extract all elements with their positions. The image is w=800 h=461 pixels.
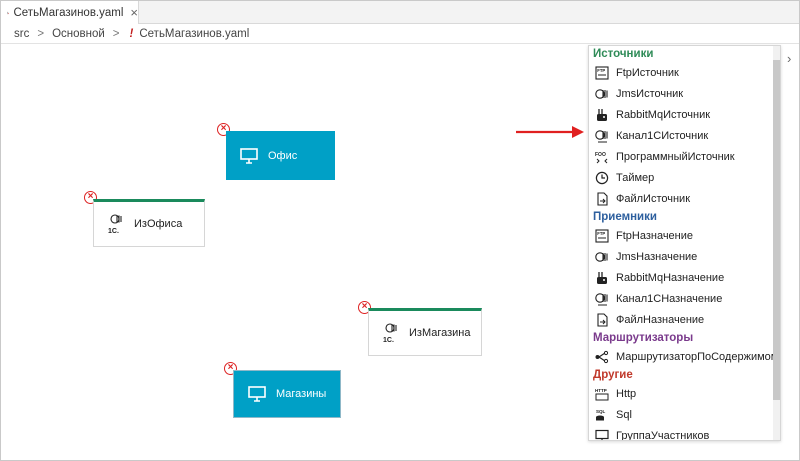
svg-text:FOO: FOO	[595, 152, 606, 158]
node-stores[interactable]: Магазины	[233, 370, 341, 418]
node-from-store[interactable]: 1C. ИзМагазина	[368, 308, 482, 356]
node-label: ИзОфиса	[134, 218, 183, 230]
jms-icon	[595, 251, 608, 262]
palette-item-label: FtpИсточник	[616, 66, 679, 79]
palette-section-title: Источники	[593, 48, 654, 60]
http-icon: HTTP	[595, 388, 609, 400]
palette-item[interactable]: Канал1СИсточник	[589, 125, 780, 146]
breadcrumb-item-main[interactable]: Основной	[52, 28, 105, 40]
palette-item-label: ФайлНазначение	[616, 313, 705, 326]
palette-item-label: Канал1СНазначение	[616, 292, 723, 305]
palette-item-label: Sql	[616, 408, 632, 421]
rabbit-icon	[597, 108, 607, 121]
1c-channel-icon: 1C.	[383, 323, 397, 343]
palette-item-label: FtpНазначение	[616, 229, 694, 242]
warning-icon: !	[129, 27, 134, 40]
1c-channel-icon	[595, 292, 608, 305]
palette-item-label: ГруппаУчастников	[616, 429, 710, 441]
1c-channel-icon	[595, 129, 608, 142]
monitor-icon	[240, 147, 258, 164]
palette-item-label: Таймер	[616, 171, 655, 184]
palette-item[interactable]: ФайлНазначение	[589, 309, 780, 330]
node-label: Магазины	[276, 388, 327, 400]
palette-scroll-thumb[interactable]	[773, 60, 780, 400]
breadcrumb-separator: >	[37, 27, 45, 40]
palette-item[interactable]: МаршрутизаторПоСодержимому	[589, 346, 780, 367]
palette-item[interactable]: RabbitMqИсточник	[589, 104, 780, 125]
ftp-icon: FTP	[595, 65, 609, 80]
monitor-icon	[595, 429, 609, 440]
palette-item-label: RabbitMqНазначение	[616, 271, 725, 284]
palette-item-label: ФайлИсточник	[616, 192, 691, 205]
palette-section-title: Маршрутизаторы	[593, 332, 694, 344]
svg-text:HTTP: HTTP	[595, 388, 607, 393]
editor-tab-bar: СетьМагазинов.yaml ×	[1, 1, 799, 24]
palette-item[interactable]: JmsИсточник	[589, 83, 780, 104]
code-icon: FOO	[595, 152, 608, 163]
tab-label: СетьМагазинов.yaml	[13, 6, 124, 19]
monitor-icon	[248, 386, 266, 402]
1c-channel-icon: 1C.	[108, 214, 122, 234]
node-office[interactable]: Офис	[226, 131, 335, 180]
svg-text:FTP: FTP	[597, 68, 605, 73]
breadcrumb-item-file[interactable]: СетьМагазинов.yaml	[139, 28, 249, 40]
file-icon	[597, 191, 608, 206]
sql-icon: SQL	[596, 409, 606, 420]
palette-collapse-icon[interactable]: ›	[787, 51, 791, 66]
route-file-icon	[7, 11, 10, 14]
svg-text:SQL: SQL	[596, 409, 606, 414]
file-icon	[597, 312, 608, 327]
palette-item[interactable]: SQL Sql	[589, 404, 780, 425]
palette-section-title: Приемники	[593, 211, 657, 223]
timer-icon	[595, 171, 609, 184]
palette-item[interactable]: HTTP Http	[589, 383, 780, 404]
palette-item[interactable]: JmsНазначение	[589, 246, 780, 267]
palette-item[interactable]: FTP FtpНазначение	[589, 225, 780, 246]
tab-close-icon[interactable]: ×	[130, 6, 138, 19]
palette-item[interactable]: FOO ПрограммныйИсточник	[589, 146, 780, 167]
palette-item-label: МаршрутизаторПоСодержимому	[616, 350, 781, 363]
palette-section-title: Другие	[593, 369, 633, 381]
tab-file[interactable]: СетьМагазинов.yaml ×	[1, 1, 139, 24]
palette-scrollbar[interactable]	[773, 46, 780, 440]
ftp-icon: FTP	[595, 228, 609, 243]
palette-item-label: JmsНазначение	[616, 250, 698, 263]
palette-item[interactable]: ФайлИсточник	[589, 188, 780, 209]
router-icon	[595, 350, 609, 363]
palette-item[interactable]: ГруппаУчастников	[589, 425, 780, 441]
svg-text:1C.: 1C.	[383, 337, 394, 343]
palette-item[interactable]: RabbitMqНазначение	[589, 267, 780, 288]
palette-list: Источники FTP FtpИсточник JmsИсточник Rabbit…	[589, 46, 780, 441]
node-from-office[interactable]: 1C. ИзОфиса	[93, 199, 205, 247]
breadcrumb: src > Основной > ! СетьМагазинов.yaml	[1, 24, 799, 44]
jms-icon	[595, 88, 608, 99]
palette-item-label: JmsИсточник	[616, 87, 684, 100]
svg-text:FTP: FTP	[597, 231, 605, 236]
palette-item-label: Канал1СИсточник	[616, 129, 709, 142]
pointer-arrow-icon	[516, 126, 584, 138]
palette-item-label: RabbitMqИсточник	[616, 108, 711, 121]
palette-item[interactable]: Таймер	[589, 167, 780, 188]
node-label: Офис	[268, 149, 298, 162]
svg-text:1C.: 1C.	[108, 228, 119, 234]
palette-item-label: Http	[616, 387, 637, 400]
breadcrumb-item-src[interactable]: src	[14, 28, 29, 40]
component-palette: Источники FTP FtpИсточник JmsИсточник Rabbit…	[588, 45, 781, 441]
rabbit-icon	[597, 271, 607, 284]
palette-item[interactable]: FTP FtpИсточник	[589, 62, 780, 83]
node-label: ИзМагазина	[409, 327, 471, 339]
breadcrumb-separator: >	[112, 27, 120, 40]
palette-item[interactable]: Канал1СНазначение	[589, 288, 780, 309]
palette-item-label: ПрограммныйИсточник	[616, 150, 735, 163]
